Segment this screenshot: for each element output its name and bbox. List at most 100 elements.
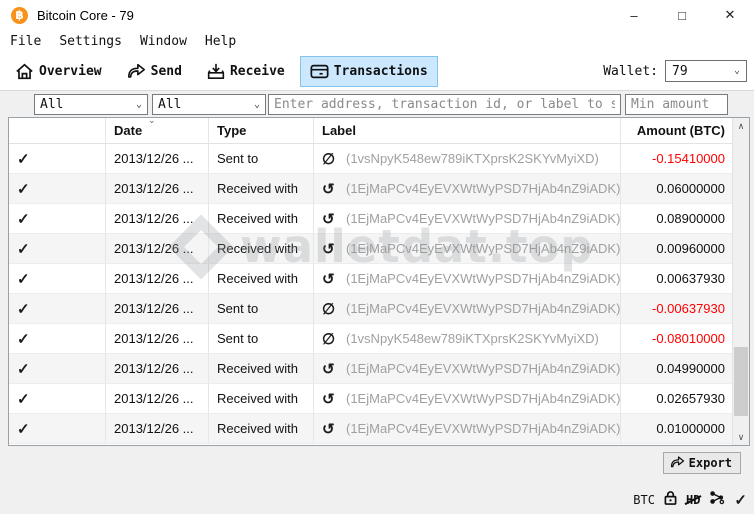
tab-receive[interactable]: Receive bbox=[197, 56, 295, 87]
menu-help[interactable]: Help bbox=[196, 30, 245, 52]
tab-transactions[interactable]: Transactions bbox=[300, 56, 438, 87]
unit-display[interactable]: BTC bbox=[633, 493, 655, 507]
table-row[interactable]: ✓ 2013/12/26 ...Received with↺(1EjMaPCv4E… bbox=[9, 414, 732, 444]
wallet-label: Wallet: bbox=[603, 64, 658, 79]
window-controls: – □ ✕ bbox=[610, 0, 754, 30]
label-cell: ∅(1vsNpyK548ew789iKTXprsK2SKYvMyiXD) bbox=[314, 144, 621, 173]
status-cell: ✓ bbox=[9, 384, 106, 413]
title-bar: ฿ Bitcoin Core - 79 – □ ✕ bbox=[0, 0, 754, 30]
label-cell: ↺(1EjMaPCv4EyEVXWtWyPSD7HjAb4nZ9iADK) bbox=[314, 234, 621, 263]
table-row[interactable]: ✓2013/12/26 ...Received with↺(1EjMaPCv4E… bbox=[9, 234, 732, 264]
address-text: (1EjMaPCv4EyEVXWtWyPSD7HjAb4nZ9iADK) bbox=[346, 211, 620, 226]
toolbar: Overview Send Receive Transactions Walle… bbox=[0, 52, 754, 91]
menu-bar: File Settings Window Help bbox=[0, 30, 754, 52]
label-cell: ↺(1EjMaPCv4EyEVXWtWyPSD7HjAb4nZ9iADK) bbox=[314, 414, 621, 443]
label-cell: ↺(1EjMaPCv4EyEVXWtWyPSD7HjAb4nZ9iADK) bbox=[314, 354, 621, 383]
type-cell: Received with bbox=[209, 384, 314, 413]
date-cell: 2013/12/26 ... bbox=[106, 204, 209, 233]
search-input[interactable] bbox=[268, 94, 621, 115]
tab-overview[interactable]: Overview bbox=[5, 56, 112, 87]
date-cell: 2013/12/26 ... bbox=[106, 294, 209, 323]
tab-send[interactable]: Send bbox=[117, 56, 192, 87]
table-header-row: Date ⌄ Type Label Amount (BTC) bbox=[9, 118, 732, 144]
label-cell: ↺(1EjMaPCv4EyEVXWtWyPSD7HjAb4nZ9iADK) bbox=[314, 264, 621, 293]
header-date[interactable]: Date ⌄ bbox=[106, 118, 209, 143]
amount-cell: 0.00960000 bbox=[621, 234, 732, 263]
type-cell: Sent to bbox=[209, 144, 314, 173]
scrollbar-thumb[interactable] bbox=[734, 347, 748, 416]
confirmed-icon: ✓ bbox=[17, 240, 30, 258]
synced-check-icon: ✓ bbox=[734, 493, 747, 508]
table-row[interactable]: ✓2013/12/26 ...Received with↺(1EjMaPCv4E… bbox=[9, 264, 732, 294]
type-filter-dropdown[interactable]: All ⌄ bbox=[152, 94, 266, 115]
type-cell: Received with bbox=[209, 414, 314, 443]
export-button[interactable]: Export bbox=[663, 452, 741, 474]
header-date-label: Date bbox=[114, 123, 142, 138]
status-cell: ✓ bbox=[9, 144, 106, 173]
bitcoin-logo-icon: ฿ bbox=[11, 7, 28, 24]
min-amount-input[interactable] bbox=[625, 94, 728, 115]
chevron-down-icon: ⌄ bbox=[254, 100, 260, 110]
scroll-down-icon[interactable]: ∨ bbox=[733, 429, 749, 445]
tab-send-label: Send bbox=[151, 64, 182, 79]
label-cell: ↺ (1EjMaPCv4EyEVXWtWyPSD7HjAb4nZ9iADK) bbox=[314, 204, 621, 233]
vertical-scrollbar[interactable]: ∧ ∨ bbox=[732, 118, 749, 445]
header-status[interactable] bbox=[9, 118, 106, 143]
sent-icon: ∅ bbox=[322, 330, 340, 348]
receive-icon bbox=[207, 63, 225, 80]
date-filter-value: All bbox=[40, 97, 63, 112]
maximize-button[interactable]: □ bbox=[658, 0, 706, 30]
date-filter-dropdown[interactable]: All ⌄ bbox=[34, 94, 148, 115]
header-type[interactable]: Type bbox=[209, 118, 314, 143]
table-row[interactable]: ✓2013/12/26 ...Received with↺(1EjMaPCv4E… bbox=[9, 354, 732, 384]
address-text: (1EjMaPCv4EyEVXWtWyPSD7HjAb4nZ9iADK) bbox=[346, 361, 620, 376]
header-type-label: Type bbox=[217, 123, 246, 138]
received-icon: ↺ bbox=[322, 210, 340, 228]
network-connections-icon bbox=[709, 490, 725, 510]
type-filter-value: All bbox=[158, 97, 181, 112]
table-row[interactable]: ✓2013/12/26 ...Received with↺(1EjMaPCv4E… bbox=[9, 204, 732, 234]
menu-file[interactable]: File bbox=[1, 30, 50, 52]
wallet-select[interactable]: 79 ⌄ bbox=[665, 60, 747, 82]
address-text: (1EjMaPCv4EyEVXWtWyPSD7HjAb4nZ9iADK) bbox=[346, 421, 620, 436]
received-icon: ↺ bbox=[322, 270, 340, 288]
table-row[interactable]: ✓2013/12/26 ...Sent to∅(1EjMaPCv4EyEVXWt… bbox=[9, 294, 732, 324]
send-arrow-icon bbox=[127, 63, 146, 79]
address-text: (1EjMaPCv4EyEVXWtWyPSD7HjAb4nZ9iADK) bbox=[346, 391, 620, 406]
amount-cell: -0.00637930 bbox=[621, 294, 732, 323]
date-cell: 2013/12/26 ... bbox=[106, 414, 209, 443]
scroll-up-icon[interactable]: ∧ bbox=[733, 118, 749, 134]
close-button[interactable]: ✕ bbox=[706, 0, 754, 30]
menu-settings[interactable]: Settings bbox=[50, 30, 131, 52]
amount-cell: 0.06000000 bbox=[621, 174, 732, 203]
header-label[interactable]: Label bbox=[314, 118, 621, 143]
minimize-button[interactable]: – bbox=[610, 0, 658, 30]
transactions-card-icon bbox=[310, 64, 329, 79]
confirmed-icon: ✓ bbox=[17, 180, 30, 198]
address-text: (1vsNpyK548ew789iKTXprsK2SKYvMyiXD) bbox=[346, 151, 599, 166]
export-arrow-icon bbox=[670, 456, 685, 471]
amount-cell: 0.01000000 bbox=[621, 414, 732, 443]
address-text: (1vsNpyK548ew789iKTXprsK2SKYvMyiXD) bbox=[346, 331, 599, 346]
amount-cell: -0.08010000 bbox=[621, 324, 732, 353]
label-cell: ↺(1EjMaPCv4EyEVXWtWyPSD7HjAb4nZ9iADK) bbox=[314, 174, 621, 203]
table-row[interactable]: ✓2013/12/26 ...Received with↺(1EjMaPCv4E… bbox=[9, 384, 732, 414]
chevron-down-icon: ⌄ bbox=[136, 100, 142, 110]
table-row[interactable]: ✓2013/12/26 ...Sent to∅(1vsNpyK548ew789i… bbox=[9, 144, 732, 174]
wallet-selector-group: Wallet: 79 ⌄ bbox=[603, 60, 747, 82]
table-row[interactable]: ✓2013/12/26 ...Sent to∅(1vsNpyK548ew789i… bbox=[9, 324, 732, 354]
menu-window[interactable]: Window bbox=[131, 30, 196, 52]
type-cell: Received with bbox=[209, 204, 314, 233]
table-row[interactable]: ✓ 2013/12/26 ...Received with↺(1EjMaPCv4E… bbox=[9, 174, 732, 204]
date-cell: 2013/12/26 ... bbox=[106, 174, 209, 203]
header-amount-label: Amount (BTC) bbox=[637, 123, 725, 138]
confirmed-icon: ✓ bbox=[17, 390, 30, 408]
type-cell: Received with bbox=[209, 174, 314, 203]
label-cell: ∅(1EjMaPCv4EyEVXWtWyPSD7HjAb4nZ9iADK) bbox=[314, 294, 621, 323]
confirmed-icon: ✓ bbox=[17, 270, 30, 288]
type-cell: Received with bbox=[209, 264, 314, 293]
amount-cell: 0.02657930 bbox=[621, 384, 732, 413]
header-amount[interactable]: Amount (BTC) bbox=[621, 118, 732, 143]
status-cell: ✓ bbox=[9, 324, 106, 353]
confirmed-icon: ✓ bbox=[17, 420, 30, 438]
